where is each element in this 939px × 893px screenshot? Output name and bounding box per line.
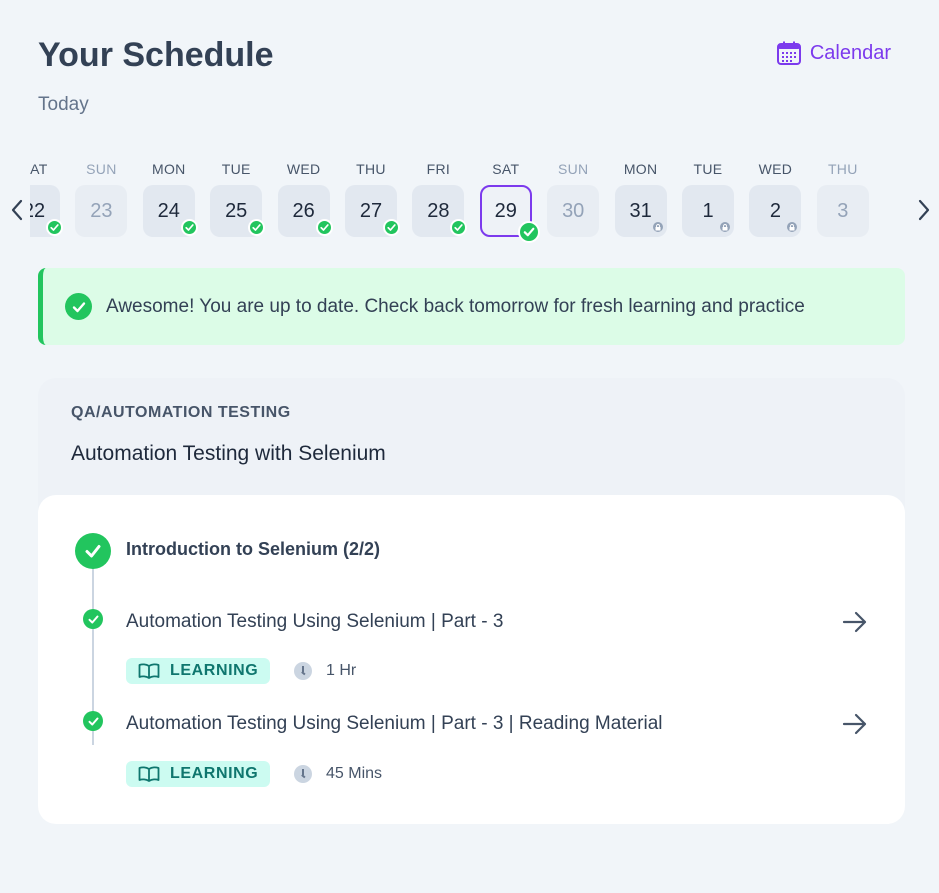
course-name: Automation Testing with Selenium [71, 442, 386, 465]
calendar-button[interactable]: Calendar [776, 40, 891, 66]
day-of-week-label: TUE [693, 161, 723, 177]
chevron-right-icon [918, 199, 930, 221]
day-item[interactable]: SAT 29 [479, 155, 540, 245]
day-of-week-label: SAT [492, 161, 520, 177]
schedule-header: Your Schedule Calendar [38, 34, 901, 80]
day-of-week-label: FRI [426, 161, 451, 177]
book-icon [138, 766, 160, 782]
day-item[interactable]: WED 26 [277, 155, 333, 245]
item-title[interactable]: Automation Testing Using Selenium | Part… [126, 713, 663, 735]
date-number: 27 [359, 199, 383, 222]
duration-text: 1 Hr [326, 662, 357, 679]
open-item-button[interactable] [841, 710, 869, 738]
day-of-week-label: MON [152, 161, 186, 177]
day-of-week-label: TUE [221, 161, 251, 177]
learning-badge: LEARNING [126, 761, 271, 787]
completed-check-icon [383, 219, 400, 236]
previous-week-button[interactable] [2, 195, 32, 225]
date-number: 25 [225, 199, 248, 222]
date-strip: SAT22SUN23MON24TUE25WED26THU27FRI28SAT29… [0, 155, 939, 255]
completed-check-icon [180, 219, 198, 236]
date-number: 2 [769, 199, 781, 222]
date-button[interactable]: 23 [75, 185, 128, 237]
course-card: QA/AUTOMATION TESTING Automation Testing… [38, 378, 905, 824]
item-complete-icon [83, 711, 103, 731]
duration: 1 Hr [294, 662, 356, 680]
day-of-week-label: WED [286, 161, 321, 177]
arrow-right-icon [842, 611, 867, 633]
day-item[interactable]: THU 27 [345, 155, 400, 245]
date-button[interactable]: 30 [547, 185, 600, 237]
clock-icon [294, 662, 312, 680]
day-of-week-label: THU [356, 161, 386, 177]
day-of-week-label: SAT [30, 161, 48, 177]
day-of-week-label: SUN [86, 161, 117, 177]
day-item[interactable]: WED 2 [749, 155, 802, 245]
day-item[interactable]: SUN 23 [75, 155, 128, 245]
day-of-week-label: SUN [557, 161, 589, 177]
day-item[interactable]: MON 31 [614, 155, 667, 245]
day-item[interactable]: SUN 30 [547, 155, 600, 245]
day-of-week-label: MON [623, 161, 658, 177]
completed-check-icon [517, 221, 540, 243]
day-item[interactable]: THU 3 [816, 155, 869, 245]
item-title[interactable]: Automation Testing Using Selenium | Part… [126, 611, 503, 633]
section-complete-icon [75, 533, 111, 569]
calendar-label: Calendar [809, 41, 891, 64]
lock-icon [719, 221, 731, 233]
calendar-icon [776, 41, 801, 65]
badge-label: LEARNING [170, 765, 259, 782]
day-list: SAT22SUN23MON24TUE25WED26THU27FRI28SAT29… [30, 155, 909, 255]
day-item[interactable]: TUE 1 [682, 155, 734, 245]
day-item[interactable]: FRI 28 [412, 155, 468, 245]
date-number: 24 [157, 199, 180, 222]
date-number: 31 [629, 199, 652, 222]
course-content: Introduction to Selenium (2/2) Automatio… [38, 495, 905, 824]
day-item[interactable]: TUE 25 [210, 155, 266, 245]
completed-check-icon [248, 219, 266, 236]
section-title: Introduction to Selenium (2/2) [126, 539, 381, 559]
up-to-date-banner: Awesome! You are up to date. Check back … [38, 268, 905, 345]
date-number: 22 [30, 199, 46, 222]
date-number: 26 [292, 199, 315, 222]
date-number: 30 [562, 199, 585, 222]
lock-icon [651, 221, 664, 233]
day-item[interactable]: SAT 22 [30, 155, 63, 245]
completed-check-icon [450, 219, 468, 236]
learning-badge: LEARNING [126, 658, 271, 684]
clock-icon [294, 765, 312, 783]
date-button[interactable]: 3 [816, 185, 869, 237]
date-number: 3 [837, 199, 849, 222]
badge-label: LEARNING [170, 662, 259, 679]
open-item-button[interactable] [841, 608, 869, 636]
completed-check-icon [315, 219, 333, 236]
completed-check-icon [46, 219, 63, 236]
duration-text: 45 Mins [326, 765, 383, 782]
date-number: 29 [494, 199, 517, 222]
book-icon [138, 663, 160, 679]
banner-message: Awesome! You are up to date. Check back … [106, 295, 805, 317]
chevron-left-icon [11, 199, 23, 221]
day-of-week-label: WED [758, 161, 793, 177]
today-label: Today [38, 94, 89, 115]
arrow-right-icon [842, 713, 867, 735]
date-number: 28 [427, 199, 450, 222]
day-item[interactable]: MON 24 [142, 155, 198, 245]
item-complete-icon [83, 609, 103, 629]
duration: 45 Mins [294, 765, 382, 783]
next-week-button[interactable] [909, 195, 939, 225]
day-of-week-label: THU [827, 161, 858, 177]
course-category: QA/AUTOMATION TESTING [71, 404, 291, 421]
check-circle-icon [65, 293, 92, 320]
date-number: 23 [90, 199, 113, 222]
page-title: Your Schedule [38, 36, 274, 74]
date-number: 1 [702, 199, 714, 222]
